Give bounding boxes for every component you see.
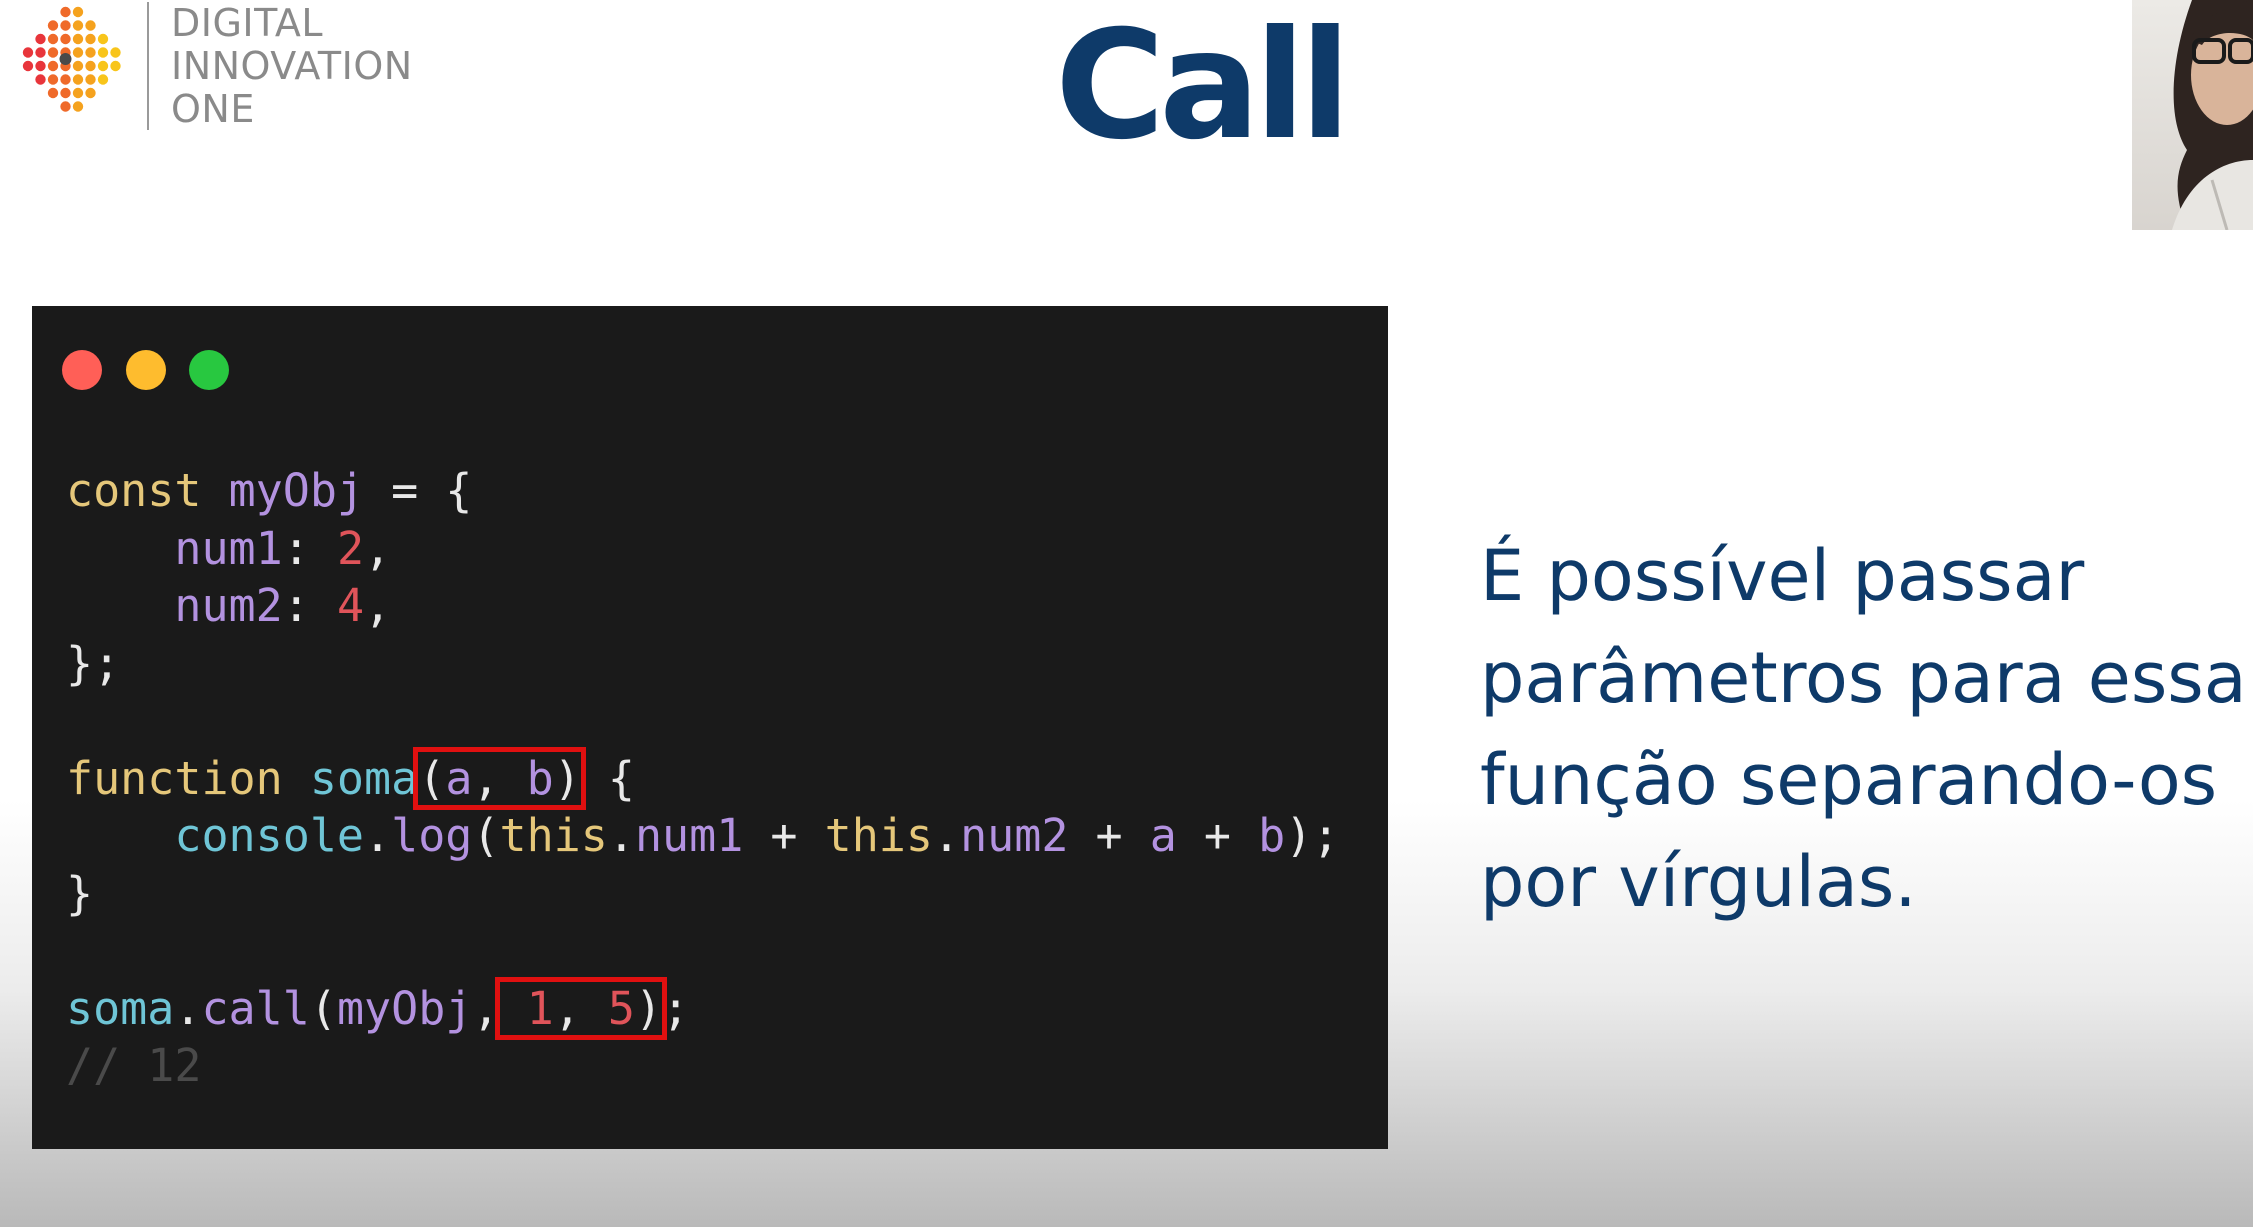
code-token: // 12 [66, 1039, 202, 1092]
code-token: a [445, 751, 473, 805]
code-line: num2: 4, [66, 577, 1339, 635]
code-token: num1 [66, 521, 283, 575]
code-token: log [391, 809, 473, 862]
logo-line-1: DIGITAL [171, 1, 324, 45]
code-line: num1: 2, [66, 520, 1339, 578]
code-line: const myObj = { [66, 462, 1339, 520]
logo-wordmark: DIGITAL INNOVATION ONE [171, 2, 413, 131]
code-token: num2 [960, 809, 1069, 862]
explanation-line-3: função separando-os [1480, 739, 2218, 821]
code-token: }; [66, 636, 121, 690]
maximize-dot-icon [189, 350, 229, 390]
code-line: console.log(this.num1 + this.num2 + a + … [66, 807, 1339, 865]
code-token: + [1068, 809, 1150, 862]
code-token: } [66, 866, 94, 920]
brand-logo: DIGITAL INNOVATION ONE [20, 2, 460, 132]
minimize-dot-icon [126, 350, 166, 390]
code-token: this [824, 809, 933, 862]
code-token: num2 [66, 579, 283, 632]
code-token: b [1258, 809, 1286, 862]
code-token: myObj [336, 981, 473, 1035]
code-token: b [526, 751, 554, 805]
webcam-overlay [2132, 0, 2253, 230]
code-token: console [66, 809, 365, 862]
code-token: , [553, 981, 608, 1035]
code-token: ); [1285, 809, 1340, 862]
code-token: + [743, 809, 825, 862]
code-token: : [282, 579, 337, 632]
logo-divider [147, 2, 149, 130]
code-token: 1 [499, 981, 554, 1035]
code-token: ) [634, 981, 663, 1035]
code-token: ; [662, 981, 690, 1035]
code-token: myObj [228, 464, 392, 517]
code-token: , [364, 521, 392, 575]
slide-title: Call [1055, 0, 1351, 173]
code-token: call [201, 981, 310, 1035]
code-token: soma [66, 981, 175, 1035]
code-token: , [472, 751, 527, 805]
code-token: . [174, 981, 202, 1035]
code-token: soma [309, 751, 419, 805]
code-line: function soma(a, b) { [66, 746, 1339, 810]
code-token: ( [472, 809, 500, 862]
highlight-box: 1, 5) [494, 976, 668, 1040]
code-line: }; [66, 635, 1339, 693]
code-token: ( [309, 981, 337, 1035]
code-token: const [66, 464, 229, 517]
code-token: function [66, 751, 310, 805]
code-token: 2 [336, 521, 365, 575]
code-token: 5 [607, 981, 635, 1035]
code-token: = { [391, 464, 473, 517]
code-token: , [472, 981, 500, 1035]
explanation-line-1: É possível passar [1480, 535, 2085, 617]
explanation-text: É possível passar parâmetros para essa f… [1480, 525, 2247, 933]
logo-line-2: INNOVATION [171, 44, 413, 88]
code-token: ) [553, 751, 581, 805]
code-line: // 12 [66, 1037, 1339, 1095]
code-token: ( [418, 751, 446, 805]
explanation-line-4: por vírgulas. [1480, 841, 1917, 923]
code-token: . [932, 809, 961, 862]
code-token: num1 [634, 809, 744, 862]
code-token: , [364, 579, 392, 632]
logo-dots-icon [22, 6, 121, 112]
code-token: a [1149, 809, 1177, 862]
code-token: this [499, 809, 608, 862]
presenter-icon [2172, 0, 2253, 230]
code-token: : [282, 521, 337, 575]
code-token: . [364, 809, 392, 862]
code-window: const myObj = { num1: 2, num2: 4,}; funct… [32, 306, 1388, 1149]
code-token: 4 [336, 579, 365, 632]
code-token: { [580, 751, 635, 805]
close-dot-icon [62, 350, 102, 390]
code-token: + [1176, 809, 1259, 862]
explanation-line-2: parâmetros para essa [1480, 637, 2247, 719]
code-token: . [607, 809, 635, 862]
code-block: const myObj = { num1: 2, num2: 4,}; funct… [66, 462, 1339, 1095]
highlight-box: (a, b) [413, 746, 586, 810]
code-line: } [66, 865, 1339, 923]
code-line: soma.call(myObj, 1, 5); [66, 976, 1339, 1040]
logo-line-3: ONE [171, 87, 255, 131]
